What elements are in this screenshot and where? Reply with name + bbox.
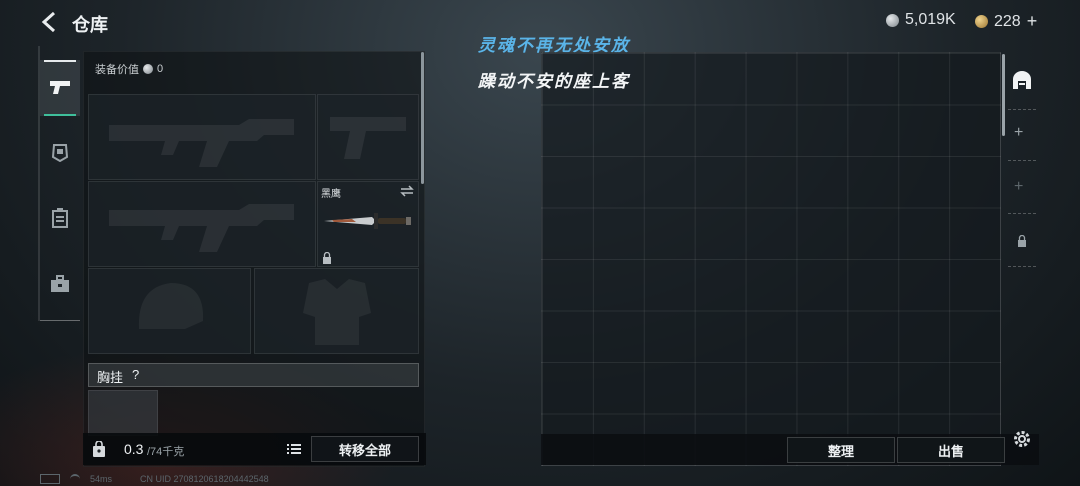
primary-weapon-slot[interactable] bbox=[88, 94, 316, 180]
page-title: 仓库 bbox=[72, 15, 108, 35]
chest-rig-header[interactable]: 胸挂 ? bbox=[88, 363, 419, 387]
settings-gear-icon[interactable] bbox=[1012, 429, 1032, 449]
loadout-panel: 装备价值 0 黑鹰 胸挂 ? bbox=[83, 51, 425, 467]
stash-scrollbar[interactable] bbox=[1002, 54, 1005, 136]
backpack-icon bbox=[52, 208, 68, 228]
back-arrow-icon[interactable] bbox=[38, 10, 62, 34]
rifle-silhouette-icon bbox=[109, 119, 294, 167]
uid-text: CN UID 2708120618204442548 bbox=[140, 474, 269, 484]
transfer-all-button[interactable]: 转移全部 bbox=[311, 436, 419, 462]
tab-toolbox[interactable] bbox=[40, 264, 80, 304]
silver-coin-icon bbox=[886, 13, 899, 27]
tab-backpack[interactable] bbox=[40, 198, 80, 238]
helmet-slot[interactable] bbox=[88, 268, 251, 354]
silver-currency: 5,019K bbox=[886, 11, 956, 29]
helmet-icon bbox=[51, 144, 69, 162]
melee-item-name: 黑鹰 bbox=[321, 189, 341, 200]
gold-amount: 228 bbox=[994, 12, 1021, 30]
combat-knife-icon bbox=[324, 213, 411, 229]
status-bar: 54ms CN UID 2708120618204442548 bbox=[40, 474, 269, 484]
weight-value: 0.3 bbox=[124, 441, 144, 457]
stash-grid[interactable] bbox=[541, 52, 1001, 466]
add-stash-tab-button[interactable]: + bbox=[1014, 124, 1023, 142]
tab-armor[interactable] bbox=[40, 132, 80, 172]
toolbox-icon bbox=[51, 275, 69, 292]
secondary-weapon-slot[interactable] bbox=[88, 181, 316, 267]
ping-text: 54ms bbox=[90, 474, 113, 484]
loadout-scrollbar[interactable] bbox=[421, 52, 424, 184]
weight-max: /74千克 bbox=[147, 446, 185, 458]
chest-rig-label: 胸挂 bbox=[97, 370, 124, 385]
melee-slot[interactable]: 黑鹰 bbox=[317, 181, 419, 267]
helmet-silhouette-icon bbox=[138, 283, 204, 329]
lock-icon[interactable] bbox=[1017, 235, 1027, 247]
stash-tab-main[interactable] bbox=[1008, 60, 1036, 100]
pistol-silhouette-icon bbox=[330, 117, 406, 159]
silver-amount: 5,019K bbox=[905, 11, 956, 28]
battery-icon bbox=[40, 474, 60, 484]
chest-rig-slot[interactable] bbox=[88, 390, 158, 436]
armor-slot[interactable] bbox=[254, 268, 419, 354]
help-icon[interactable]: ? bbox=[132, 367, 139, 382]
tab-weapons[interactable] bbox=[40, 60, 80, 116]
add-stash-tab-button-2[interactable]: + bbox=[1014, 178, 1023, 196]
add-gold-button[interactable]: + bbox=[1027, 11, 1038, 32]
vest-silhouette-icon bbox=[303, 279, 371, 345]
silver-coin-icon bbox=[143, 64, 153, 74]
equipment-value-label: 装备价值 bbox=[95, 64, 139, 76]
overlay-line-2: 躁动不安的座上客 bbox=[478, 72, 630, 92]
gold-coin-icon bbox=[975, 15, 988, 28]
gold-currency[interactable]: 228 + bbox=[975, 11, 1037, 32]
equipment-value: 0 bbox=[157, 63, 164, 75]
rifle-silhouette-icon bbox=[109, 204, 294, 252]
loadout-footer: 0.3 /74千克 转移全部 bbox=[83, 433, 426, 465]
backpack-weight-icon bbox=[93, 441, 105, 457]
sort-button[interactable]: 整理 bbox=[787, 437, 895, 463]
pistol-icon bbox=[50, 81, 70, 94]
stash-icon bbox=[1013, 71, 1031, 89]
swap-icon[interactable] bbox=[400, 185, 414, 197]
wifi-icon bbox=[70, 474, 80, 484]
sell-button[interactable]: 出售 bbox=[897, 437, 1005, 463]
list-icon[interactable] bbox=[286, 442, 302, 456]
lock-icon bbox=[323, 252, 331, 264]
pistol-slot[interactable] bbox=[317, 94, 419, 180]
